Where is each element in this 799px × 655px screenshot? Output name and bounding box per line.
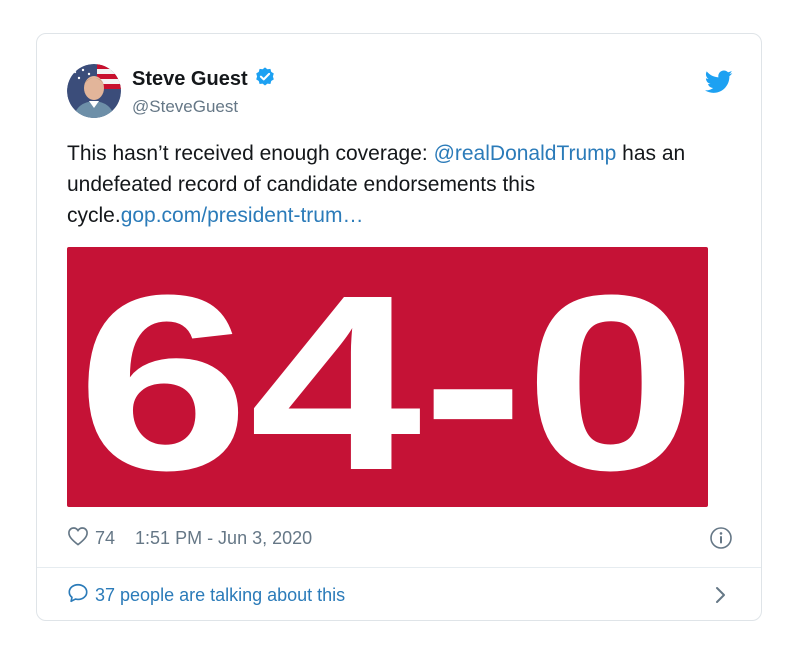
verified-badge-icon [254, 66, 276, 93]
chevron-right-icon[interactable] [713, 584, 729, 606]
like-count[interactable]: 74 [95, 528, 115, 549]
mention-link[interactable]: @realDonaldTrump [434, 142, 617, 165]
speech-bubble-icon [67, 582, 95, 609]
conversation-link[interactable]: 37 people are talking about this [67, 580, 733, 610]
tweet-card: Steve Guest @SteveGuest This hasn’t rece… [36, 33, 762, 621]
tweet-media-image[interactable]: 64-0 [67, 247, 708, 507]
tweet-header: Steve Guest @SteveGuest [67, 64, 733, 120]
author-handle[interactable]: @SteveGuest [132, 97, 276, 117]
heart-icon[interactable] [67, 526, 95, 551]
avatar[interactable] [67, 64, 121, 118]
name-row: Steve Guest [132, 66, 276, 93]
url-link[interactable]: gop.com/president-trum… [121, 204, 364, 227]
conversation-label: 37 people are talking about this [95, 584, 346, 605]
tweet-footer: 74 1:51 PM - Jun 3, 2020 [67, 524, 733, 552]
footer-divider [37, 567, 761, 568]
author-display-name[interactable]: Steve Guest [132, 68, 248, 91]
tweet-text: This hasn’t received enough coverage: @r… [67, 138, 747, 231]
tweet-text-intro: This hasn’t received enough coverage: [67, 142, 434, 165]
author-info: Steve Guest @SteveGuest [132, 66, 276, 117]
tweet-timestamp[interactable]: 1:51 PM - Jun 3, 2020 [135, 528, 312, 549]
media-headline-text: 64-0 [77, 247, 697, 507]
twitter-bird-icon[interactable] [704, 70, 733, 94]
info-icon[interactable] [709, 526, 733, 550]
